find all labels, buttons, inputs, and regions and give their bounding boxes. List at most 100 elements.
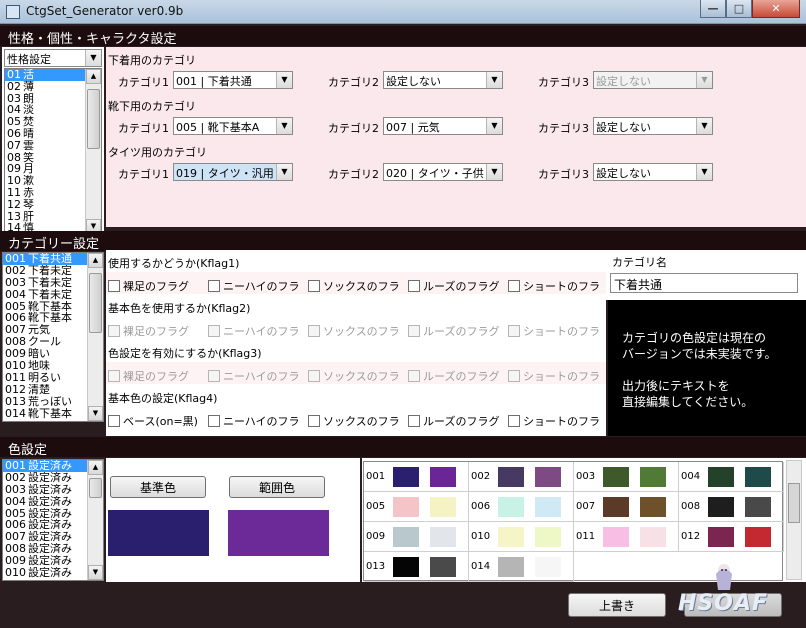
base-color-button[interactable]: 基準色 bbox=[110, 476, 206, 498]
chevron-down-icon: ▼ bbox=[696, 164, 712, 180]
palette-swatch-primary[interactable] bbox=[393, 557, 419, 577]
scroll-down-icon[interactable]: ▼ bbox=[88, 565, 103, 580]
scroll-down-icon[interactable]: ▼ bbox=[88, 406, 103, 421]
scroll-up-icon[interactable]: ▲ bbox=[88, 253, 103, 268]
personality-combo[interactable]: 性格設定 ▼ bbox=[4, 49, 102, 67]
palette-cell[interactable]: 003 bbox=[574, 462, 679, 492]
palette-swatch-secondary[interactable] bbox=[535, 497, 561, 517]
palette-swatch-primary[interactable] bbox=[708, 527, 734, 547]
palette-swatch-primary[interactable] bbox=[603, 527, 629, 547]
range-color-button[interactable]: 範囲色 bbox=[229, 476, 325, 498]
color-listbox[interactable]: 001 設定済み 002 設定済み 003 設定済み 004 設定済み 005 設定済み 006 設定… bbox=[2, 459, 104, 581]
flag-checkbox[interactable]: ショートのフラ bbox=[508, 413, 606, 429]
category-name-input[interactable]: 下着共通 bbox=[610, 273, 798, 293]
palette-swatch-primary[interactable] bbox=[498, 527, 524, 547]
category3-combo[interactable]: 設定しない ▼ bbox=[593, 163, 713, 181]
palette-scrollbar[interactable] bbox=[786, 460, 802, 580]
palette-swatch-primary[interactable] bbox=[498, 557, 524, 577]
minimize-button[interactable]: — bbox=[700, 0, 726, 18]
palette-cell[interactable]: 013 bbox=[364, 552, 469, 582]
palette-cell[interactable]: 012 bbox=[679, 522, 784, 552]
palette-cell[interactable]: 011 bbox=[574, 522, 679, 552]
list-scrollbar[interactable]: ▲ ▼ bbox=[85, 69, 101, 234]
palette-swatch-secondary[interactable] bbox=[535, 467, 561, 487]
overwrite-button[interactable]: 上書き bbox=[568, 593, 666, 617]
chevron-down-icon: ▼ bbox=[486, 164, 502, 180]
palette-swatch-secondary[interactable] bbox=[430, 497, 456, 517]
close-button[interactable]: ✕ bbox=[752, 0, 800, 18]
palette-cell[interactable]: 002 bbox=[469, 462, 574, 492]
personality-panel: 性格設定 ▼ 01 活 02 薄 03 朗 04 淡 05 焚 06 晴 07 雲 08 笑 09 月 10 漱 11 赤 1… bbox=[2, 47, 104, 237]
flag-checkbox: ニーハイのフラ bbox=[208, 368, 306, 384]
palette-swatch-secondary[interactable] bbox=[640, 497, 666, 517]
personality-listbox[interactable]: 01 活 02 薄 03 朗 04 淡 05 焚 06 晴 07 雲 08 笑 09 月 10 漱 11 赤 12 琴 13 肝 1… bbox=[4, 68, 102, 235]
palette-cell[interactable]: 009 bbox=[364, 522, 469, 552]
palette-swatch-primary[interactable] bbox=[603, 467, 629, 487]
maximize-button[interactable]: □ bbox=[726, 0, 752, 18]
palette-swatch-primary[interactable] bbox=[393, 497, 419, 517]
scroll-thumb[interactable] bbox=[89, 273, 102, 333]
palette-swatch-secondary[interactable] bbox=[535, 527, 561, 547]
personality-section-header: 性格・個性・キャラクタ設定 bbox=[0, 26, 806, 47]
palette-swatch-secondary[interactable] bbox=[640, 527, 666, 547]
list-scrollbar[interactable]: ▲ ▼ bbox=[87, 253, 103, 421]
chevron-down-icon: ▼ bbox=[486, 118, 502, 134]
flag-checkbox[interactable]: ソックスのフラ bbox=[308, 278, 406, 294]
category2-combo[interactable]: 設定しない ▼ bbox=[383, 71, 503, 89]
list-scrollbar[interactable]: ▲ ▼ bbox=[87, 460, 103, 580]
flag-checkbox[interactable]: ショートのフラ bbox=[508, 278, 606, 294]
flag-checkbox[interactable]: ルーズのフラグ bbox=[408, 278, 506, 294]
palette-swatch-primary[interactable] bbox=[498, 467, 524, 487]
palette-swatch-secondary[interactable] bbox=[745, 527, 771, 547]
chevron-down-icon: ▼ bbox=[276, 72, 292, 88]
category3-label: カテゴリ3 bbox=[538, 122, 589, 135]
scroll-up-icon[interactable]: ▲ bbox=[86, 69, 101, 84]
flag-checkbox[interactable]: ニーハイのフラ bbox=[208, 278, 306, 294]
palette-swatch-primary[interactable] bbox=[498, 497, 524, 517]
flag-checkbox[interactable]: 裸足のフラグ bbox=[108, 278, 206, 294]
palette-swatch-primary[interactable] bbox=[708, 467, 734, 487]
scroll-thumb[interactable] bbox=[87, 89, 100, 149]
palette-cell[interactable]: 006 bbox=[469, 492, 574, 522]
palette-swatch-secondary[interactable] bbox=[430, 557, 456, 577]
flag-checkbox: ニーハイのフラ bbox=[208, 323, 306, 339]
palette-scroll-thumb[interactable] bbox=[788, 483, 800, 523]
palette-swatch-secondary[interactable] bbox=[535, 557, 561, 577]
category2-combo[interactable]: 020 | タイツ・子供 ▼ bbox=[383, 163, 503, 181]
flag-title: 基本色の設定(Kflag4) bbox=[108, 392, 218, 405]
flag-checkbox: ショートのフラ bbox=[508, 368, 606, 384]
palette-swatch-secondary[interactable] bbox=[640, 467, 666, 487]
palette-swatch-secondary[interactable] bbox=[745, 467, 771, 487]
scroll-thumb[interactable] bbox=[89, 478, 102, 498]
flag-checkbox[interactable]: ソックスのフラ bbox=[308, 413, 406, 429]
palette-swatch-secondary[interactable] bbox=[430, 467, 456, 487]
notice-line: 直接編集してください。 bbox=[622, 395, 754, 409]
flag-title: 基本色を使用するか(Kflag2) bbox=[108, 302, 251, 315]
palette-swatch-primary[interactable] bbox=[708, 497, 734, 517]
category1-combo[interactable]: 005 | 靴下基本A ▼ bbox=[173, 117, 293, 135]
palette-swatch-secondary[interactable] bbox=[745, 497, 771, 517]
palette-swatch-secondary[interactable] bbox=[430, 527, 456, 547]
palette-cell[interactable]: 007 bbox=[574, 492, 679, 522]
palette-cell[interactable]: 004 bbox=[679, 462, 784, 492]
flag-checkbox[interactable]: ニーハイのフラ bbox=[208, 413, 306, 429]
category3-combo[interactable]: 設定しない ▼ bbox=[593, 117, 713, 135]
category1-combo[interactable]: 019 | タイツ・汎用 ▼ bbox=[173, 163, 293, 181]
flag-checkbox[interactable]: ルーズのフラグ bbox=[408, 413, 506, 429]
palette-cell[interactable]: 008 bbox=[679, 492, 784, 522]
flag-checkbox: ルーズのフラグ bbox=[408, 323, 506, 339]
flag-checkbox[interactable]: ベース(on=黒) bbox=[108, 413, 206, 429]
palette-cell[interactable]: 014 bbox=[469, 552, 574, 582]
palette-swatch-primary[interactable] bbox=[603, 497, 629, 517]
palette-cell[interactable]: 010 bbox=[469, 522, 574, 552]
palette-cell[interactable]: 005 bbox=[364, 492, 469, 522]
palette-swatch-primary[interactable] bbox=[393, 527, 419, 547]
palette-swatch-primary[interactable] bbox=[393, 467, 419, 487]
category1-label: カテゴリ1 bbox=[118, 168, 169, 181]
palette-cell[interactable]: 001 bbox=[364, 462, 469, 492]
category1-combo[interactable]: 001 | 下着共通 ▼ bbox=[173, 71, 293, 89]
chevron-down-icon: ▼ bbox=[486, 72, 502, 88]
category-listbox[interactable]: 001 下着共通 002 下着未定 003 下着未定 004 下着未定 005 靴下基本 006 靴下… bbox=[2, 252, 104, 422]
category2-combo[interactable]: 007 | 元気 ▼ bbox=[383, 117, 503, 135]
scroll-up-icon[interactable]: ▲ bbox=[88, 460, 103, 475]
